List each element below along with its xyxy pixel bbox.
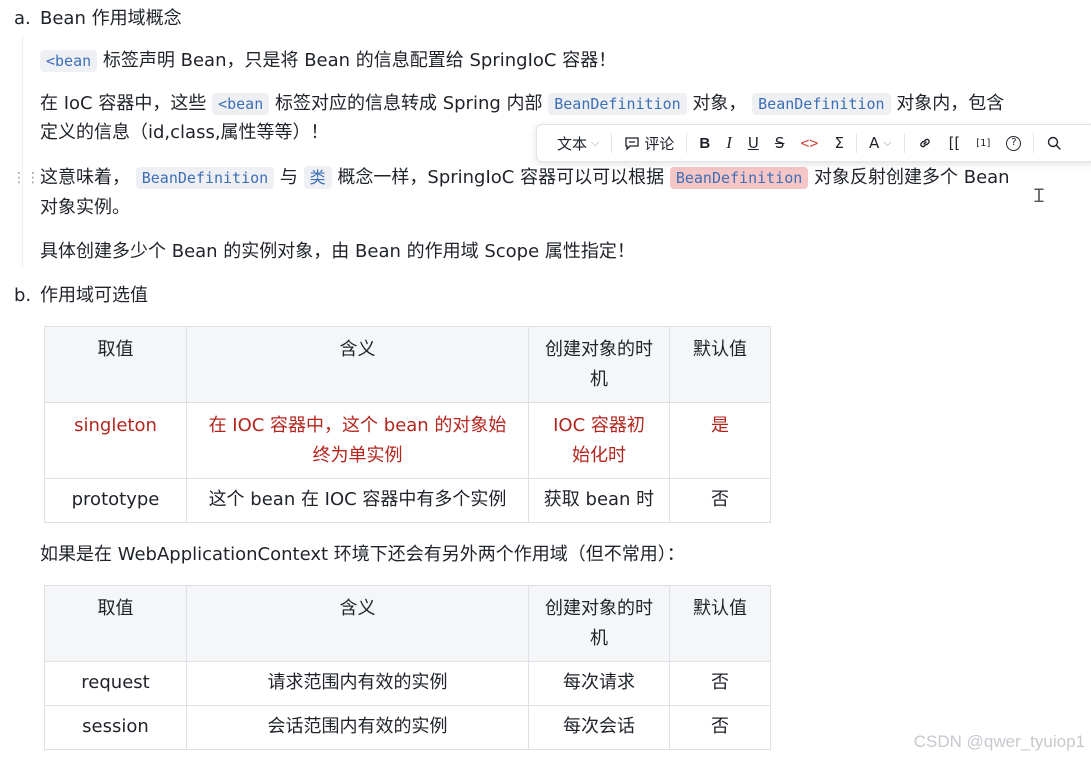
- table-row-session: session 会话范围内有效的实例 每次会话 否: [44, 705, 771, 750]
- inline-code: BeanDefinition: [135, 167, 275, 189]
- table-cell[interactable]: prototype: [44, 478, 187, 523]
- table-header-cell[interactable]: 含义: [186, 585, 529, 662]
- table-cell[interactable]: 获取 bean 时: [528, 478, 670, 523]
- text-color-icon: A: [868, 134, 880, 152]
- inline-code-button[interactable]: <>: [792, 124, 826, 162]
- table-cell[interactable]: 否: [669, 705, 771, 750]
- chevron-down-icon: ⌵: [591, 136, 600, 149]
- paragraph-text: 对象反射创建多个 Bean: [814, 167, 1010, 188]
- paragraph-text: 与: [279, 167, 298, 188]
- table-cell[interactable]: 每次请求: [528, 661, 670, 706]
- inline-code: 类: [303, 166, 332, 189]
- text-cursor-icon: Ｉ: [1030, 186, 1048, 207]
- text-style-dropdown[interactable]: 文本 ⌵: [549, 124, 607, 162]
- link-button[interactable]: [909, 124, 941, 162]
- web-scope-table[interactable]: 取值 含义 创建对象的时 机 默认值 request 请求范围内有效的实例 每次…: [44, 585, 771, 750]
- paragraph-1[interactable]: <bean 标签声明 Bean，只是将 Bean 的信息配置给 SpringIo…: [40, 48, 616, 74]
- table-header-row: 取值 含义 创建对象的时 机 默认值: [44, 326, 771, 403]
- table-cell[interactable]: 会话范围内有效的实例: [186, 705, 529, 750]
- block-indent-guide: [22, 36, 23, 266]
- toolbar-divider: [611, 133, 613, 153]
- table-header-row: 取值 含义 创建对象的时 机 默认值: [44, 585, 771, 662]
- table-cell[interactable]: 是: [669, 402, 771, 479]
- table-header-cell[interactable]: 取值: [44, 585, 187, 662]
- search-icon: [1046, 135, 1062, 151]
- table-header-cell[interactable]: 默认值: [669, 326, 771, 403]
- inline-code: <bean: [40, 50, 98, 72]
- table-header-cell[interactable]: 创建对象的时 机: [528, 585, 670, 662]
- table-cell[interactable]: 这个 bean 在 IOC 容器中有多个实例: [186, 478, 529, 523]
- footnote-icon: [1]: [976, 137, 991, 149]
- text-style-label: 文本: [557, 134, 588, 153]
- wiki-link-button[interactable]: [[: [941, 124, 969, 162]
- table-cell[interactable]: singleton: [44, 402, 187, 479]
- help-button[interactable]: ?: [998, 124, 1029, 162]
- table-row-request: request 请求范围内有效的实例 每次请求 否: [44, 661, 771, 706]
- paragraph-text: 这意味着，: [40, 167, 130, 188]
- comment-button[interactable]: 评论: [616, 124, 682, 162]
- table-cell[interactable]: 在 IOC 容器中，这个 bean 的对象始 终为单实例: [186, 402, 529, 479]
- paragraph-text: 对象内，包含: [896, 93, 1005, 114]
- link-icon: [917, 135, 933, 151]
- underline-button[interactable]: U: [740, 124, 767, 162]
- toolbar-divider: [686, 133, 688, 153]
- table-cell[interactable]: 否: [669, 661, 771, 706]
- toolbar-divider: [1033, 133, 1035, 153]
- inline-code: BeanDefinition: [752, 93, 891, 115]
- search-button[interactable]: [1038, 124, 1070, 162]
- list-marker-a: a.: [14, 8, 31, 29]
- selected-inline-code[interactable]: BeanDefinition: [669, 167, 809, 189]
- heading-scope-values[interactable]: 作用域可选值: [40, 283, 148, 309]
- footnote-button[interactable]: [1]: [968, 124, 998, 162]
- table-cell[interactable]: 请求范围内有效的实例: [186, 661, 529, 706]
- table-row-singleton: singleton 在 IOC 容器中，这个 bean 的对象始 终为单实例 I…: [44, 402, 771, 479]
- table-header-cell[interactable]: 取值: [44, 326, 187, 403]
- paragraph-4[interactable]: 具体创建多少个 Bean 的实例对象，由 Bean 的作用域 Scope 属性指…: [40, 239, 635, 265]
- inline-code: BeanDefinition: [548, 93, 687, 115]
- bold-button[interactable]: B: [691, 124, 718, 162]
- paragraph-text: 在 IoC 容器中，这些: [40, 93, 207, 114]
- paragraph-2-line-2[interactable]: 定义的信息（id,class,属性等等）！: [40, 120, 329, 146]
- paragraph-text: 标签声明 Bean，只是将 Bean 的信息配置给 SpringIoC 容器！: [102, 50, 617, 71]
- comment-icon: [624, 135, 640, 151]
- paragraph-text: 概念一样，SpringIoC 容器可以可以根据: [337, 167, 665, 188]
- paragraph-3-line-1[interactable]: 这意味着， BeanDefinition 与 类 概念一样，SpringIoC …: [40, 165, 1010, 191]
- watermark: CSDN @qwer_tyuiop1: [913, 732, 1085, 751]
- table-header-cell[interactable]: 含义: [186, 326, 529, 403]
- italic-button[interactable]: I: [718, 124, 740, 162]
- comment-label: 评论: [644, 134, 675, 153]
- toolbar-divider: [855, 133, 857, 153]
- table-cell[interactable]: 否: [669, 478, 771, 523]
- format-toolbar: 文本 ⌵ 评论 B I U S <> Σ A ⌵ [[ [1] ?: [536, 124, 1091, 162]
- table-row-prototype: prototype 这个 bean 在 IOC 容器中有多个实例 获取 bean…: [44, 478, 771, 523]
- table-header-cell[interactable]: 创建对象的时 机: [528, 326, 670, 403]
- paragraph-text: 对象，: [692, 93, 747, 114]
- drag-handle-icon[interactable]: ⋮⋮: [12, 170, 40, 186]
- strikethrough-button[interactable]: S: [767, 124, 793, 162]
- help-icon: ?: [1006, 135, 1022, 151]
- table-header-cell[interactable]: 默认值: [669, 585, 771, 662]
- paragraph-text: 标签对应的信息转成 Spring 内部: [274, 93, 543, 114]
- web-context-note[interactable]: 如果是在 WebApplicationContext 环境下还会有另外两个作用域…: [40, 542, 685, 568]
- list-marker-b: b.: [14, 285, 32, 306]
- formula-button[interactable]: Σ: [826, 124, 851, 162]
- table-cell[interactable]: 每次会话: [528, 705, 670, 750]
- toolbar-divider: [903, 133, 905, 153]
- inline-code: <bean: [212, 93, 270, 115]
- scope-table[interactable]: 取值 含义 创建对象的时 机 默认值 singleton 在 IOC 容器中，这…: [44, 326, 771, 523]
- heading-scope-concept[interactable]: Bean 作用域概念: [40, 6, 182, 32]
- table-cell[interactable]: request: [44, 661, 187, 706]
- chevron-down-icon: ⌵: [883, 136, 892, 149]
- table-cell[interactable]: session: [44, 705, 187, 750]
- paragraph-2-line-1[interactable]: 在 IoC 容器中，这些 <bean 标签对应的信息转成 Spring 内部 B…: [40, 91, 1004, 117]
- paragraph-3-line-2[interactable]: 对象实例。: [40, 195, 130, 221]
- table-cell[interactable]: IOC 容器初 始化时: [528, 402, 670, 479]
- text-color-dropdown[interactable]: A ⌵: [861, 124, 900, 162]
